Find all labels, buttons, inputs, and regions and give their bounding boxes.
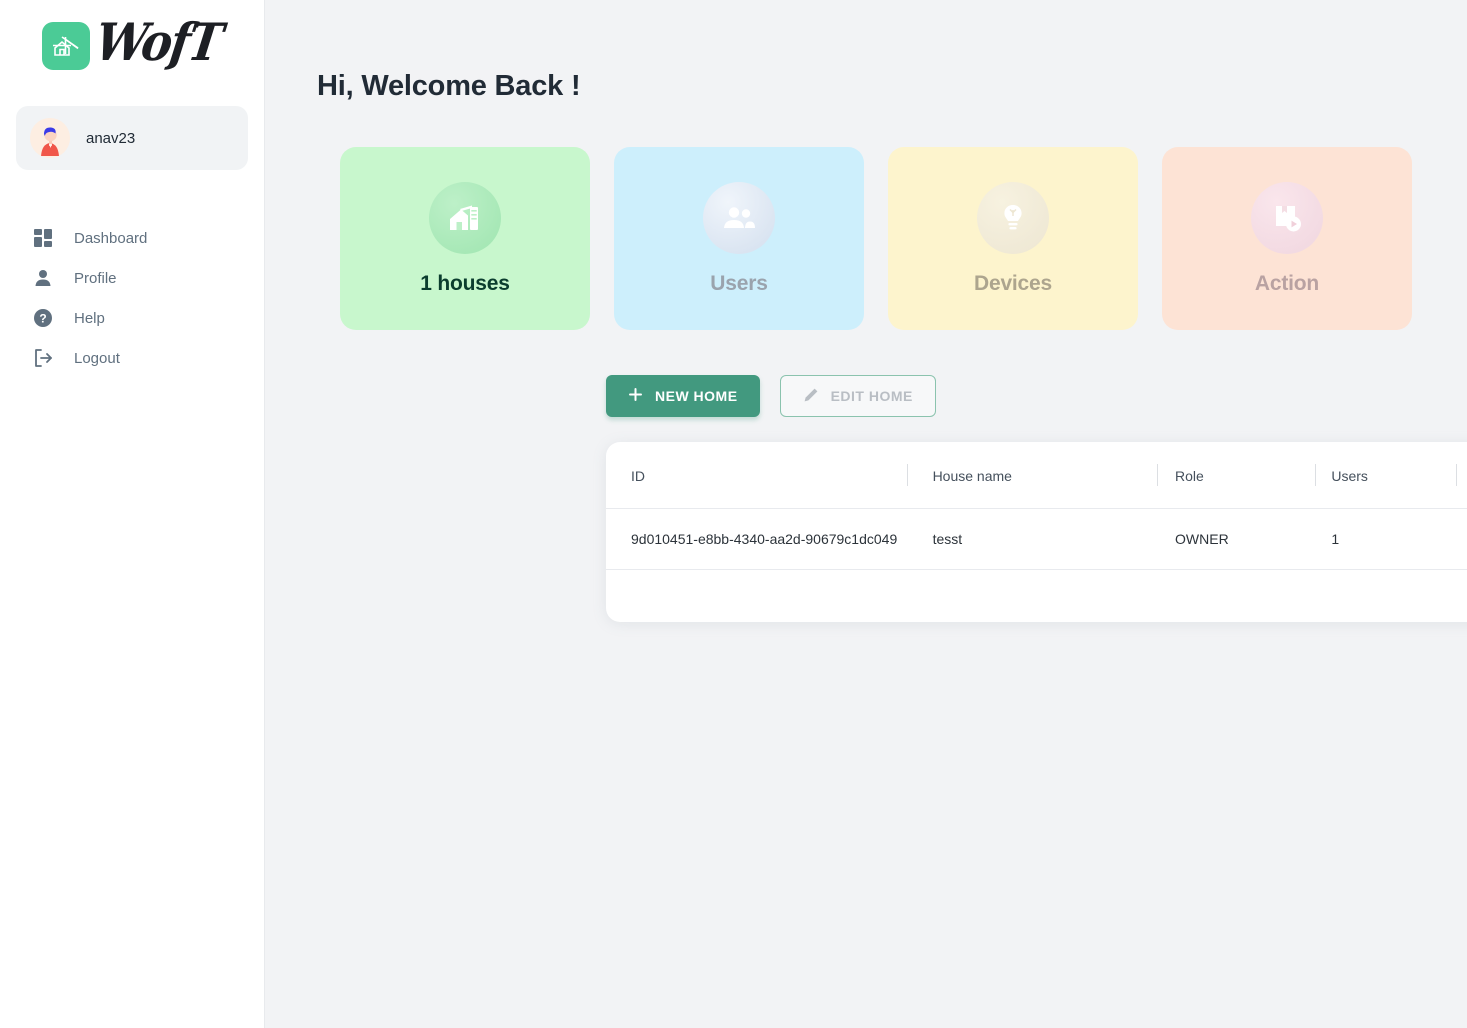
column-header-id[interactable]: ID <box>606 442 907 509</box>
dashboard-grid-icon <box>32 227 54 249</box>
sidebar-item-label: Logout <box>74 349 120 367</box>
stat-card-label: Users <box>710 271 768 295</box>
user-name: anav23 <box>86 129 136 147</box>
column-label: House name <box>932 468 1012 484</box>
sidebar-item-label: Dashboard <box>74 229 148 247</box>
column-label: Role <box>1175 468 1204 484</box>
column-header-devices[interactable]: Devices <box>1455 442 1467 509</box>
brand-logo[interactable]: WofT <box>0 0 264 74</box>
book-play-icon <box>1251 181 1323 254</box>
cell-devices: 2 <box>1455 508 1467 570</box>
table-head: ID House name Role Users <box>606 442 1467 509</box>
sidebar-nav: Dashboard Profile ? Help Logout <box>0 218 264 378</box>
avatar <box>30 118 70 158</box>
table-header-row: ID House name Role Users <box>606 442 1467 509</box>
sidebar: WofT anav23 Dashboard Profile ? Help Log… <box>0 0 265 1028</box>
new-home-button[interactable]: NEW HOME <box>606 375 760 417</box>
column-divider <box>1157 464 1159 486</box>
sidebar-item-label: Help <box>74 309 105 327</box>
column-header-users[interactable]: Users <box>1315 442 1455 509</box>
house-icon <box>429 181 501 254</box>
sidebar-item-dashboard[interactable]: Dashboard <box>0 218 264 258</box>
users-icon <box>703 181 775 254</box>
column-header-role[interactable]: Role <box>1157 442 1315 509</box>
question-circle-icon: ? <box>32 307 54 329</box>
column-divider <box>1315 464 1317 486</box>
svg-text:?: ? <box>39 312 46 326</box>
bulb-icon <box>977 181 1049 254</box>
stat-card-label: Devices <box>974 271 1052 295</box>
stat-card-label: 1 houses <box>420 271 510 295</box>
stat-card-devices[interactable]: Devices <box>888 147 1138 330</box>
column-label: Users <box>1331 468 1368 484</box>
column-divider <box>906 464 908 486</box>
cell-role: OWNER <box>1157 508 1316 570</box>
page-title: Hi, Welcome Back ! <box>317 70 581 102</box>
sidebar-item-logout[interactable]: Logout <box>0 338 264 378</box>
cell-users: 1 <box>1315 508 1456 570</box>
column-divider <box>1455 464 1457 486</box>
app-root: WofT anav23 Dashboard Profile ? Help Log… <box>0 0 1467 1028</box>
stat-card-action[interactable]: Action <box>1162 147 1412 330</box>
sidebar-item-help[interactable]: ? Help <box>0 298 264 338</box>
cell-house-name: tesst <box>906 508 1158 570</box>
houses-table-card: ID House name Role Users 9d010451-e8bb-4… <box>606 442 1467 622</box>
home-actions: NEW HOME EDIT HOME <box>265 330 1467 417</box>
column-label: ID <box>631 468 645 484</box>
edit-home-button-label: EDIT HOME <box>830 388 913 404</box>
stat-card-users[interactable]: Users <box>614 147 864 330</box>
house-blueprint-icon <box>42 22 90 70</box>
pencil-icon <box>803 387 819 406</box>
table-body: 9d010451-e8bb-4340-aa2d-90679c1dc049 tes… <box>606 508 1467 570</box>
stat-card-houses[interactable]: 1 houses <box>340 147 590 330</box>
logout-arrow-icon <box>32 347 54 369</box>
stat-card-row: 1 houses Users Devices Action <box>265 103 1467 330</box>
plus-icon <box>628 387 643 405</box>
person-icon <box>32 267 54 289</box>
table-row[interactable]: 9d010451-e8bb-4340-aa2d-90679c1dc049 tes… <box>606 508 1467 570</box>
column-header-house-name[interactable]: House name <box>906 442 1157 509</box>
houses-table: ID House name Role Users 9d010451-e8bb-4… <box>606 442 1467 570</box>
brand-name: WofT <box>91 11 225 73</box>
pagination: 1–1 of 1 <box>606 570 1467 622</box>
cell-id: 9d010451-e8bb-4340-aa2d-90679c1dc049 <box>606 508 907 570</box>
sidebar-item-profile[interactable]: Profile <box>0 258 264 298</box>
main-content: Hi, Welcome Back ! 1 houses Users Device… <box>265 0 1467 1028</box>
stat-card-label: Action <box>1254 271 1320 295</box>
sidebar-item-label: Profile <box>74 269 117 287</box>
edit-home-button[interactable]: EDIT HOME <box>779 375 936 417</box>
user-card[interactable]: anav23 <box>16 106 248 170</box>
new-home-button-label: NEW HOME <box>655 388 738 404</box>
